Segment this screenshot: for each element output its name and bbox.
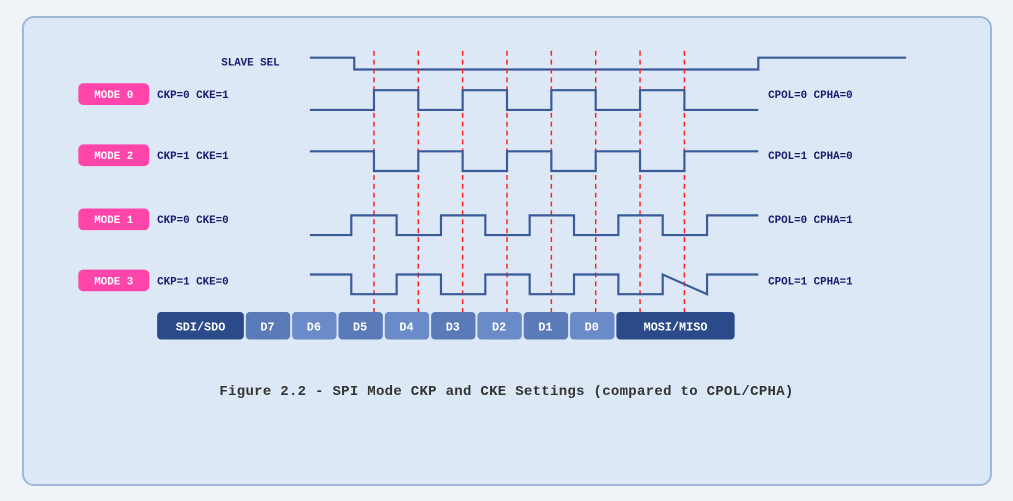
mode3-params: CKP=1 CKE=0 bbox=[157, 276, 228, 288]
diagram-container: .mono { font-family: 'Courier New', Cour… bbox=[22, 16, 992, 486]
mode3-cpol: CPOL=1 CPHA=1 bbox=[768, 276, 853, 288]
d2-label: D2 bbox=[492, 320, 506, 334]
mode1-params: CKP=0 CKE=0 bbox=[157, 215, 228, 227]
waveform-area: .mono { font-family: 'Courier New', Cour… bbox=[44, 36, 970, 376]
mode0-cpol: CPOL=0 CPHA=0 bbox=[768, 90, 852, 102]
mode0-label: MODE 0 bbox=[94, 90, 133, 102]
diagram-svg: .mono { font-family: 'Courier New', Cour… bbox=[44, 36, 970, 376]
d4-label: D4 bbox=[399, 320, 413, 334]
mode3-label: MODE 3 bbox=[94, 276, 133, 288]
mode2-cpol: CPOL=1 CPHA=0 bbox=[768, 151, 852, 163]
mode0-params: CKP=0 CKE=1 bbox=[157, 90, 229, 102]
d5-label: D5 bbox=[353, 320, 367, 334]
d3-label: D3 bbox=[445, 320, 459, 334]
d0-label: D0 bbox=[584, 320, 598, 334]
figure-caption: Figure 2.2 - SPI Mode CKP and CKE Settin… bbox=[44, 384, 970, 400]
d7-label: D7 bbox=[260, 320, 274, 334]
mosi-miso-label: MOSI/MISO bbox=[643, 320, 707, 334]
mode1-label: MODE 1 bbox=[94, 215, 133, 227]
mode2-label: MODE 2 bbox=[94, 151, 133, 163]
sdi-sdo-label: SDI/SDO bbox=[175, 320, 225, 334]
mode2-params: CKP=1 CKE=1 bbox=[157, 151, 229, 163]
d1-label: D1 bbox=[538, 320, 552, 334]
mode1-cpol: CPOL=0 CPHA=1 bbox=[768, 215, 853, 227]
d6-label: D6 bbox=[306, 320, 320, 334]
slave-sel-label: SLAVE SEL bbox=[221, 57, 279, 69]
